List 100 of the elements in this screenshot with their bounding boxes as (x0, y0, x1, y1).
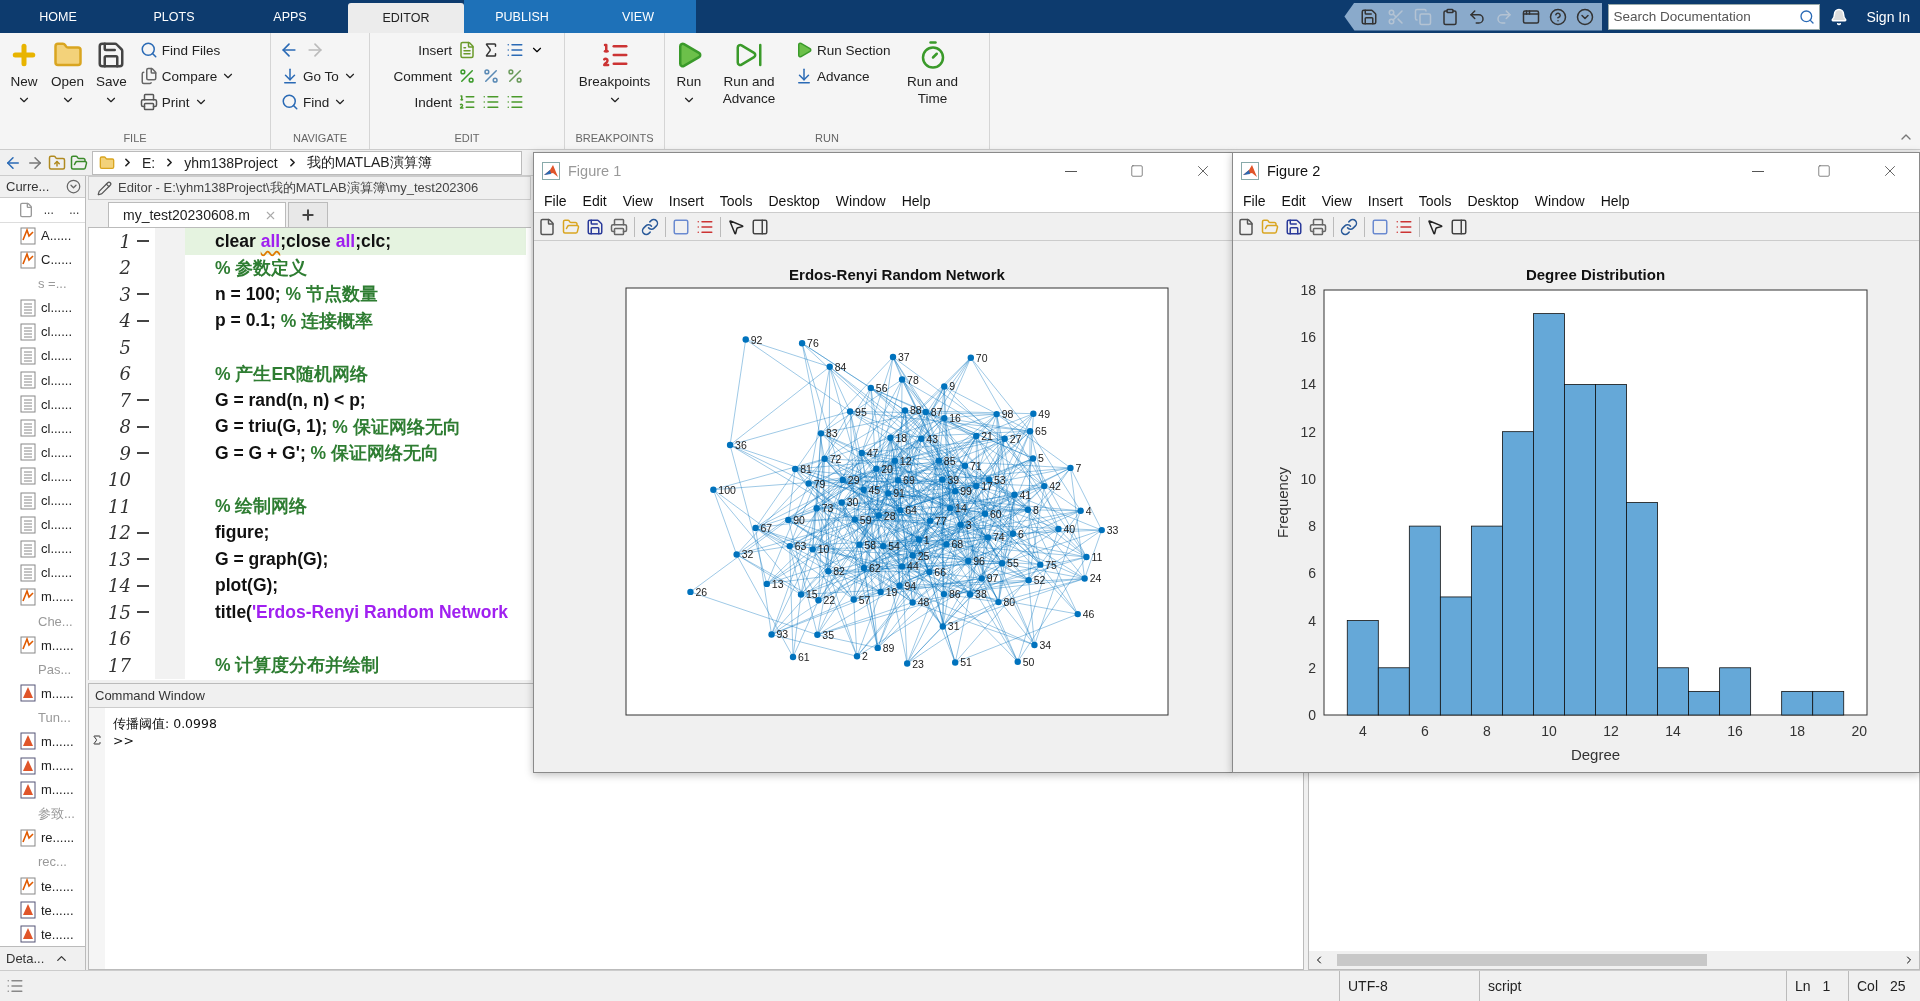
node-label: 58 (864, 538, 877, 551)
ribbon-button[interactable]: Find Files (137, 38, 238, 62)
panel-title: Deta... (6, 951, 45, 967)
breadcrumb-button[interactable]: yhm138Project (182, 154, 280, 171)
code-line: G = triu(G, 1); % 保证网络无向 (214, 415, 462, 439)
code-line: G = G + G'; % 保证网络无向 (214, 441, 440, 466)
node-label: 79 (813, 477, 826, 490)
menu-item[interactable]: Insert (1359, 192, 1411, 209)
menu-item[interactable]: Help (893, 192, 939, 209)
menu-item[interactable]: Window (827, 192, 894, 209)
tick-label: 2 (1308, 659, 1316, 676)
ribbon-button[interactable]: Insert (384, 42, 452, 58)
line-number: 14 (107, 575, 131, 597)
ribbon-tab[interactable]: PLOTS (116, 0, 232, 33)
menu-item[interactable]: Tools (711, 192, 761, 209)
tick-label: 20 (1851, 723, 1868, 739)
folder-entry[interactable]: cl...... (0, 536, 85, 561)
node-label: 41 (1019, 488, 1032, 501)
ribbon-button[interactable]: Run Section (793, 38, 893, 62)
ribbon-button[interactable]: Save (91, 38, 132, 109)
column-header[interactable]: ... (38, 203, 60, 218)
ribbon-button[interactable]: Run and Advance (711, 38, 787, 109)
ribbon-button[interactable]: Advance (793, 64, 893, 88)
code-line: % 产生ER随机网络 (214, 362, 369, 386)
folder-entry[interactable]: A...... (0, 223, 85, 248)
ribbon-button[interactable]: Go To (279, 64, 359, 88)
menu-item[interactable]: View (1313, 192, 1360, 209)
breadcrumb-button[interactable]: E: (140, 154, 158, 171)
address-field[interactable]: E: yhm138Project 我的MATLAB演算簿 (92, 150, 522, 175)
menu-item[interactable]: File (536, 192, 575, 209)
folder-entry[interactable]: m...... (0, 633, 85, 658)
ribbon-tab[interactable]: PUBLISH (464, 0, 580, 33)
breadcrumb-button[interactable]: 我的MATLAB演算簿 (304, 153, 434, 172)
folder-entry[interactable]: m...... (0, 753, 85, 778)
folder-entry[interactable]: te...... (0, 922, 85, 947)
node-label: 42 (1049, 480, 1061, 493)
ribbon-tab[interactable]: EDITOR (348, 3, 464, 33)
folder-entry[interactable]: re...... (0, 825, 85, 850)
ribbon-button[interactable]: Run (669, 38, 709, 109)
folder-entry[interactable]: cl...... (0, 560, 85, 585)
folder-entry[interactable]: cl...... (0, 464, 85, 489)
ribbon-button[interactable]: Open (46, 38, 90, 109)
ribbon-button[interactable]: Indent (384, 94, 452, 110)
ribbon-button[interactable]: Print (137, 90, 238, 114)
folder-entry[interactable]: te...... (0, 898, 85, 923)
search-field[interactable]: Search Documentation (1608, 3, 1821, 30)
line-number: 4 (118, 310, 131, 332)
folder-entry[interactable]: cl...... (0, 295, 85, 320)
folder-entry[interactable]: te...... (0, 874, 85, 899)
ribbon-button[interactable]: New (4, 38, 44, 109)
node-label: 13 (771, 577, 784, 590)
menu-item[interactable]: Edit (1273, 192, 1314, 209)
ribbon-button[interactable]: Find (279, 90, 359, 114)
folder-entry[interactable]: cl...... (0, 392, 85, 417)
folder-entry[interactable]: cl...... (0, 440, 85, 465)
node-label: 5 (1038, 452, 1044, 465)
node-label: 26 (695, 585, 708, 598)
menu-item[interactable]: Window (1526, 192, 1593, 209)
folder-entry[interactable]: m...... (0, 681, 85, 706)
ribbon-button[interactable]: Comment (384, 68, 452, 84)
node-label: 73 (821, 502, 834, 515)
menu-item[interactable]: File (1235, 192, 1274, 209)
folder-entry[interactable]: cl...... (0, 488, 85, 513)
node-label: 98 (1001, 408, 1014, 421)
folder-entry[interactable]: cl...... (0, 368, 85, 393)
node-label: 49 (1038, 407, 1051, 420)
menu-item[interactable]: Edit (574, 192, 615, 209)
folder-entry[interactable]: m...... (0, 777, 85, 802)
ribbon-tab[interactable]: APPS (232, 0, 348, 33)
menu-item[interactable]: Help (1592, 192, 1638, 209)
code-line: G = rand(n, n) < p; (214, 388, 367, 412)
ribbon-button[interactable]: Run and Time (894, 38, 971, 109)
folder-entry[interactable]: cl...... (0, 319, 85, 344)
code-line: plot(G); (214, 574, 280, 598)
folder-entry[interactable]: cl...... (0, 343, 85, 368)
node-label: 50 (1022, 655, 1035, 668)
folder-entry[interactable]: m...... (0, 584, 85, 609)
column-header[interactable]: ... (63, 203, 85, 218)
ribbon-button[interactable]: Compare (137, 64, 238, 88)
command-prompt[interactable]: >> (113, 733, 217, 748)
node-label: 82 (833, 565, 845, 578)
node-label: 92 (750, 333, 763, 346)
folder-entry[interactable]: C...... (0, 247, 85, 272)
line-number: 1 (118, 230, 131, 252)
folder-entry[interactable]: cl...... (0, 416, 85, 441)
menu-item[interactable]: View (614, 192, 661, 209)
ribbon-tab[interactable]: VIEW (580, 0, 696, 33)
file-tab[interactable]: my_test20230608.m (108, 202, 286, 227)
ribbon-tab[interactable]: HOME (0, 0, 116, 33)
folder-entry[interactable]: m...... (0, 729, 85, 754)
ribbon-button[interactable]: Breakpoints (576, 38, 653, 109)
sign-in-button[interactable]: Sign In (1858, 0, 1920, 33)
node-label: 97 (986, 572, 999, 585)
menu-item[interactable]: Desktop (1459, 192, 1527, 209)
node-label: 99 (960, 485, 972, 498)
folder-entry[interactable]: cl...... (0, 512, 85, 537)
menu-item[interactable]: Desktop (760, 192, 828, 209)
node-label: 37 (898, 351, 910, 363)
menu-item[interactable]: Tools (1410, 192, 1460, 209)
menu-item[interactable]: Insert (660, 192, 712, 209)
